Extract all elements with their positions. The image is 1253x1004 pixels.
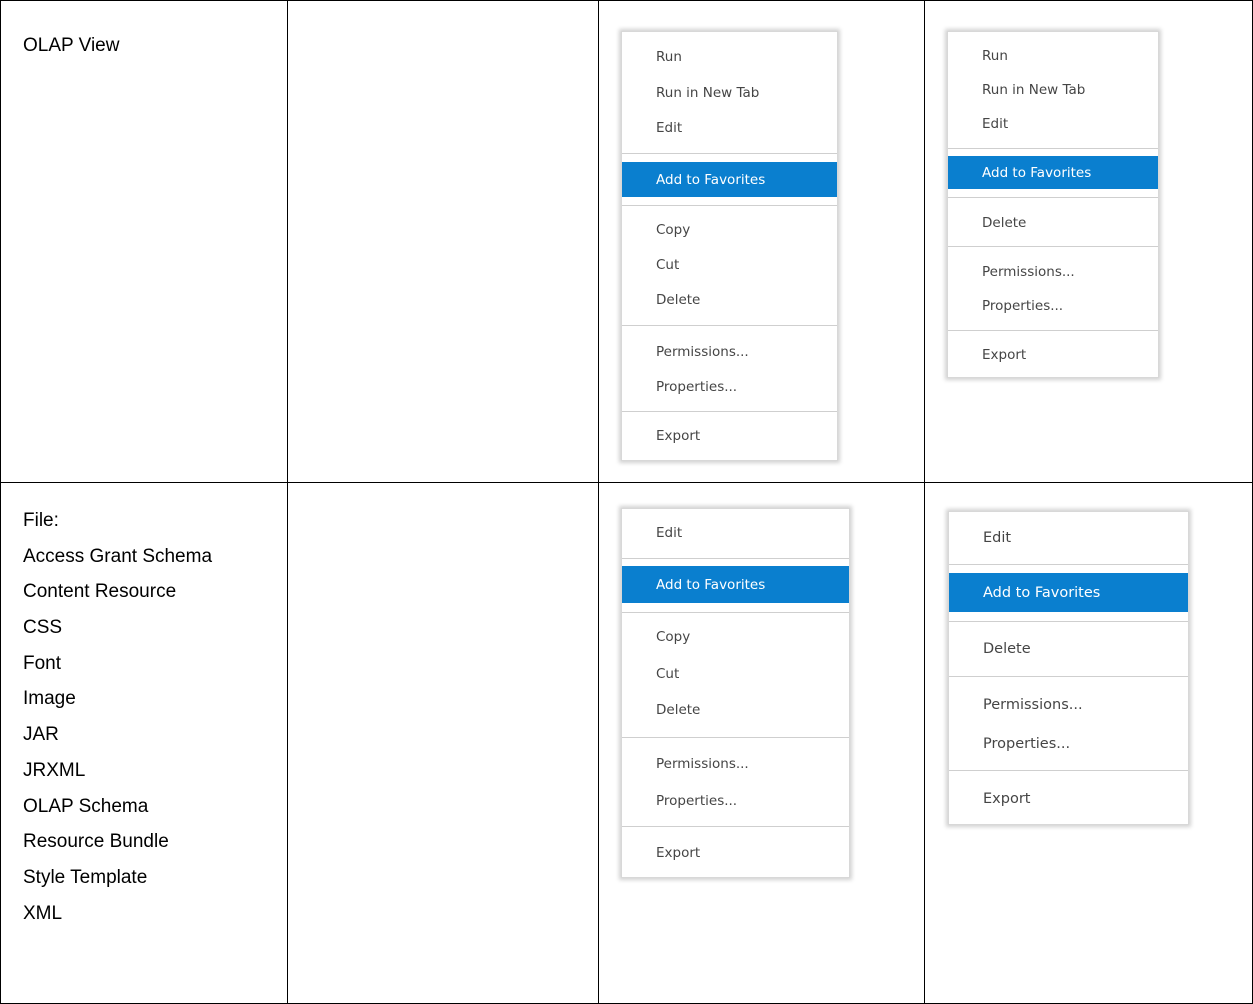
type-cell: File: Access Grant Schema Content Resour… (23, 503, 212, 931)
menu-separator (949, 770, 1188, 771)
menu-separator (948, 246, 1158, 247)
menu-item-edit[interactable]: Edit (948, 114, 1158, 134)
menu-separator (622, 325, 837, 326)
menu-item-run-in-new-tab[interactable]: Run in New Tab (948, 80, 1158, 100)
file-type-item: JRXML (23, 759, 86, 781)
resource-type-label: OLAP View (23, 35, 120, 56)
resource-type-label: File: (23, 510, 59, 531)
menu-separator (622, 411, 837, 412)
context-menu: Edit Add to Favorites Copy Cut Delete Pe… (621, 508, 850, 878)
menu-separator (948, 330, 1158, 331)
menu-separator (949, 564, 1188, 565)
file-type-item: Resource Bundle (23, 831, 169, 853)
menu-separator (622, 826, 849, 827)
type-cell: OLAP View (23, 28, 119, 63)
menu-item-edit[interactable]: Edit (622, 523, 849, 543)
file-type-item: OLAP Schema (23, 795, 149, 817)
menu-item-properties[interactable]: Properties... (622, 791, 849, 811)
context-menu: Edit Add to Favorites Delete Permissions… (948, 511, 1189, 825)
menu-separator (948, 197, 1158, 198)
menu-separator (949, 621, 1188, 622)
menu-item-add-to-favorites[interactable]: Add to Favorites (622, 162, 837, 197)
menu-item-delete[interactable]: Delete (622, 290, 837, 310)
menu-item-copy[interactable]: Copy (622, 627, 849, 647)
menu-separator (949, 676, 1188, 677)
menu-item-run[interactable]: Run (948, 46, 1158, 66)
menu-item-properties[interactable]: Properties... (622, 377, 837, 397)
file-type-item: XML (23, 902, 63, 924)
column-divider (287, 0, 288, 1004)
menu-item-export[interactable]: Export (622, 843, 849, 863)
table-border-left (0, 0, 1, 1004)
file-type-item: Content Resource (23, 581, 177, 603)
menu-separator (948, 148, 1158, 149)
menu-item-edit[interactable]: Edit (622, 118, 837, 138)
menu-item-export[interactable]: Export (948, 345, 1158, 365)
menu-separator (622, 737, 849, 738)
menu-item-permissions[interactable]: Permissions... (948, 262, 1158, 282)
menu-item-add-to-favorites[interactable]: Add to Favorites (622, 566, 849, 603)
menu-item-edit[interactable]: Edit (949, 528, 1188, 548)
row-divider (0, 482, 1253, 483)
menu-separator (622, 205, 837, 206)
menu-item-delete[interactable]: Delete (622, 700, 849, 720)
menu-item-export[interactable]: Export (622, 426, 837, 446)
menu-item-add-to-favorites[interactable]: Add to Favorites (948, 156, 1158, 189)
menu-item-permissions[interactable]: Permissions... (622, 342, 837, 362)
table-border-top (0, 0, 1253, 1)
menu-item-add-to-favorites[interactable]: Add to Favorites (949, 573, 1188, 612)
context-menu: Run Run in New Tab Edit Add to Favorites… (947, 31, 1159, 378)
menu-item-delete[interactable]: Delete (948, 213, 1158, 233)
menu-item-copy[interactable]: Copy (622, 220, 837, 240)
menu-item-permissions[interactable]: Permissions... (622, 754, 849, 774)
menu-separator (622, 612, 849, 613)
column-divider (598, 0, 599, 1004)
file-type-item: Image (23, 688, 76, 710)
column-divider (924, 0, 925, 1004)
menu-item-delete[interactable]: Delete (949, 639, 1188, 659)
file-type-item: Style Template (23, 866, 148, 888)
file-type-item: JAR (23, 724, 59, 746)
menu-item-export[interactable]: Export (949, 789, 1188, 809)
menu-item-run[interactable]: Run (622, 47, 837, 67)
menu-separator (622, 558, 849, 559)
context-menu: Run Run in New Tab Edit Add to Favorites… (621, 31, 838, 461)
menu-item-cut[interactable]: Cut (622, 664, 849, 684)
file-type-item: CSS (23, 617, 63, 639)
menu-item-properties[interactable]: Properties... (948, 296, 1158, 316)
menu-item-cut[interactable]: Cut (622, 255, 837, 275)
file-type-item: Access Grant Schema (23, 545, 213, 567)
menu-separator (622, 153, 837, 154)
menu-item-properties[interactable]: Properties... (949, 734, 1188, 754)
menu-item-permissions[interactable]: Permissions... (949, 695, 1188, 715)
file-type-item: Font (23, 652, 62, 674)
menu-item-run-in-new-tab[interactable]: Run in New Tab (622, 83, 837, 103)
